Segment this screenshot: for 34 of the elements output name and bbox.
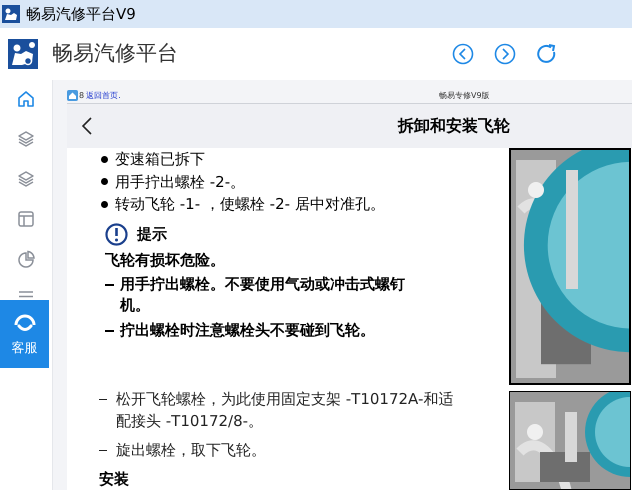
dash-mark [105,284,114,286]
note-heading: 提示 [137,224,167,246]
menu-icon[interactable] [17,290,35,298]
warning-text: 飞轮有损坏危险。 [105,250,226,272]
window-title: 畅易汽修平台V9 [26,4,136,25]
page-title: 拆卸和安装飞轮 [398,115,510,137]
app-icon [2,5,20,23]
app-title: 畅易汽修平台 [52,40,178,68]
home-link[interactable]: 返回首页. [86,90,121,102]
section-heading: 安装 [99,468,130,490]
customer-service-button[interactable]: 客服 [0,300,49,368]
refresh-icon[interactable] [536,43,558,65]
layers-icon[interactable] [17,170,35,188]
list-item: 松开飞轮螺栓，为此使用固定支架 -T10172A-和适配接头 -T10172/8-。 [116,388,454,432]
list-item: 转动飞轮 -1- ，使螺栓 -2- 居中对准孔。 [115,194,385,215]
pie-chart-icon[interactable] [17,250,35,268]
back-icon[interactable] [81,116,93,136]
site-label: 畅易专修V9版 [439,90,490,102]
list-item: 用手拧出螺栓 -2-。 [115,172,246,192]
list-item: 旋出螺栓，取下飞轮。 [116,440,267,460]
list-item: 拧出螺栓时注意螺栓头不要碰到飞轮。 [120,320,376,341]
info-icon [105,222,128,246]
layout-icon[interactable] [17,210,35,228]
dash-mark [99,398,107,400]
dash-mark [105,330,114,332]
logo-icon [8,39,38,69]
home-icon[interactable] [17,90,35,108]
page-number: 8 [79,90,84,102]
forward-icon[interactable] [494,43,516,65]
list-item: 变速箱已拆下 [115,149,205,170]
list-item: 用手拧出螺栓。不要使用气动或冲击式螺钉机。 [120,274,406,316]
home-icon[interactable] [67,90,78,101]
layers-icon[interactable] [17,130,35,148]
dash-mark [99,450,107,451]
